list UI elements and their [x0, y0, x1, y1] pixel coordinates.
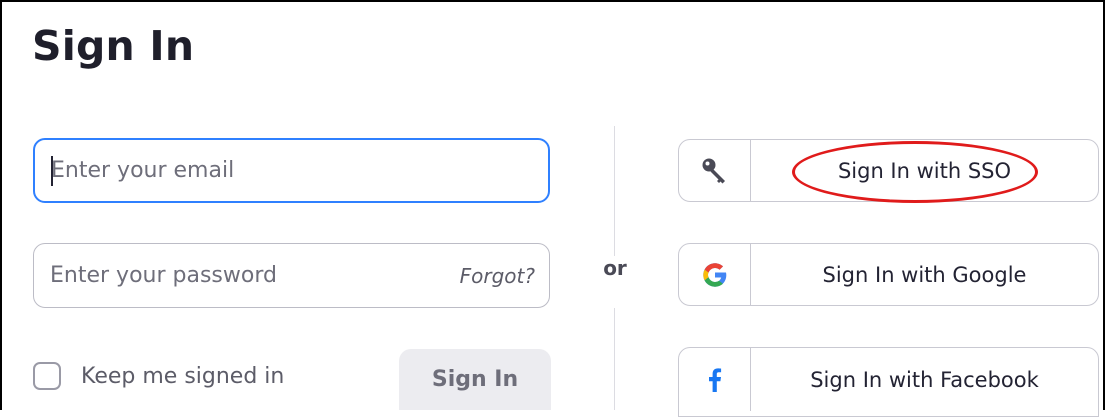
keep-signed-in-checkbox[interactable] [33, 362, 61, 390]
google-icon [679, 244, 751, 305]
sign-in-button[interactable]: Sign In [399, 349, 551, 410]
key-icon [679, 140, 751, 201]
facebook-icon [679, 348, 751, 411]
divider-line-bottom [614, 308, 615, 410]
keep-signed-in-label: Keep me signed in [81, 363, 285, 389]
email-input[interactable] [51, 140, 531, 201]
google-button-label: Sign In with Google [822, 262, 1027, 287]
or-separator: or [603, 256, 627, 280]
password-input[interactable] [50, 244, 430, 307]
page-title: Sign In [32, 22, 195, 70]
sso-button-label: Sign In with SSO [837, 158, 1012, 183]
text-cursor [51, 156, 53, 186]
password-field[interactable]: Forgot? [33, 243, 550, 308]
divider-line-top [614, 126, 615, 256]
sign-in-with-facebook-button[interactable]: Sign In with Facebook [678, 347, 1099, 417]
sign-in-with-google-button[interactable]: Sign In with Google [678, 243, 1099, 306]
email-field[interactable] [33, 138, 550, 203]
keep-signed-in[interactable]: Keep me signed in [33, 362, 284, 390]
forgot-password-link[interactable]: Forgot? [460, 244, 535, 307]
facebook-button-label: Sign In with Facebook [810, 367, 1039, 392]
sign-in-with-sso-button[interactable]: Sign In with SSO [678, 139, 1099, 202]
